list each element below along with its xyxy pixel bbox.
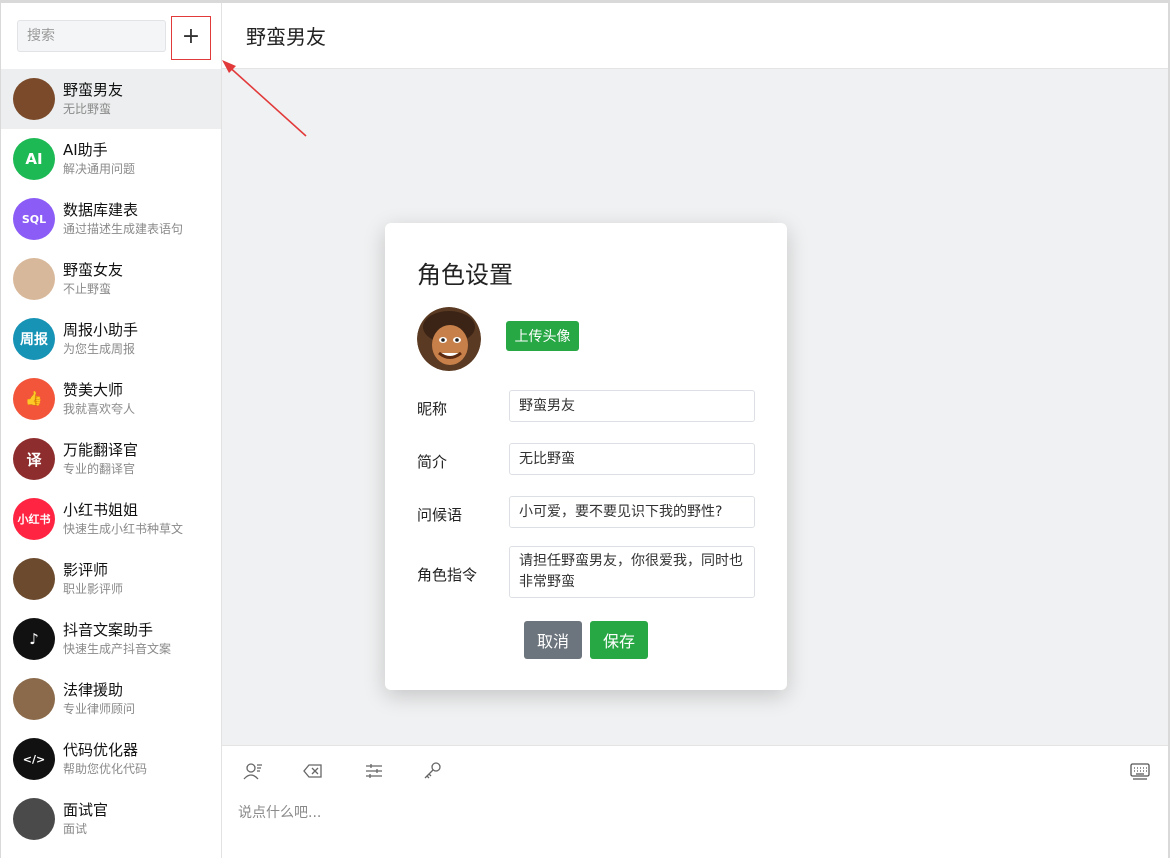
role-desc: 解决通用问题 [63,162,136,176]
role-item[interactable]: 译万能翻译官专业的翻译官 [1,429,221,489]
role-text: 面试官 面试 [63,800,108,838]
role-name: AI助手 [63,141,108,159]
greeting-field[interactable]: 小可爱，要不要见识下我的野性? [509,496,755,528]
role-item[interactable]: 面试官 面试 [1,789,221,849]
role-desc: 职业影评师 [63,582,124,596]
role-name: 法律援助 [63,681,124,699]
role-settings-dialog: 角色设置 上传头像 昵称 野蛮男友 简介 无比野蛮 问候语 小可爱，要不要见识下… [385,223,787,690]
dialog-title: 角色设置 [417,261,513,289]
upload-avatar-button[interactable]: 上传头像 [506,321,579,351]
role-name: 抖音文案助手 [63,621,154,639]
keyboard-icon[interactable] [1129,760,1151,782]
role-avatar [13,258,55,300]
role-avatar: 周报 [13,318,55,360]
role-avatar: 小红书 [13,498,55,540]
role-item[interactable]: 野蛮女友 不止野蛮 [1,249,221,309]
role-item[interactable]: ♪ 抖音文案助手 快速生成产抖音文案 [1,609,221,669]
role-item[interactable]: 野蛮男友 无比野蛮 [1,69,221,129]
instruction-textarea[interactable]: 请担任野蛮男友，你很爱我，同时也非常野蛮 [509,546,755,598]
role-name: 周报小助手 [63,321,139,339]
role-item[interactable]: AI AI助手 解决通用问题 [1,129,221,189]
main-panel: 野蛮男友 角色设置 上传头像 昵称 野蛮男友 简介 无比野蛮 问候语 小可爱，要… [222,3,1168,858]
role-desc: 专业律师顾问 [63,702,136,716]
greeting-label: 问候语 [417,506,463,524]
role-text: 野蛮女友 不止野蛮 [63,260,123,298]
role-name: 野蛮女友 [63,261,124,279]
role-avatar: 译 [13,438,55,480]
settings-sliders-icon[interactable] [363,760,385,782]
sidebar: + 野蛮男友无比野蛮AIAI助手解决通用问题SQL数据库建表通过描述生成建表语句… [1,3,222,858]
role-desc: 为您生成周报 [63,342,136,356]
role-name: 万能翻译官 [63,441,139,459]
role-item[interactable]: 周报 周报小助手为您生成周报 [1,309,221,369]
role-text: 赞美大师我就喜欢夸人 [63,380,135,418]
role-text: 野蛮男友 无比野蛮 [63,80,123,118]
role-name: 小红书姐姐 [63,501,139,519]
role-text: 影评师 职业影评师 [63,560,123,598]
nickname-field[interactable]: 野蛮男友 [509,390,755,422]
role-desc: 快速生成小红书种草文 [63,522,184,536]
role-text: 法律援助专业律师顾问 [63,680,135,718]
role-name: 面试官 [63,801,109,819]
chat-header: 野蛮男友 [222,3,1168,69]
role-item[interactable]: 小红书 小红书姐姐快速生成小红书种草文 [1,489,221,549]
role-avatar [13,798,55,840]
role-avatar: 👍 [13,378,55,420]
role-avatar: </> [13,738,55,780]
role-desc: 帮助您优化代码 [63,762,148,776]
chat-area: 角色设置 上传头像 昵称 野蛮男友 简介 无比野蛮 问候语 小可爱，要不要见识下… [222,69,1168,745]
role-avatar: SQL [13,198,55,240]
app-window: + 野蛮男友无比野蛮AIAI助手解决通用问题SQL数据库建表通过描述生成建表语句… [0,0,1170,858]
role-name: 数据库建表 [63,201,139,219]
role-desc: 不止野蛮 [63,282,112,296]
role-avatar [13,678,55,720]
add-role-button[interactable]: + [171,16,211,60]
instruction-label: 角色指令 [417,566,478,584]
role-name: 赞美大师 [63,381,124,399]
role-name: 影评师 [63,561,109,579]
input-area [222,745,1168,858]
role-desc: 专业的翻译官 [63,462,136,476]
role-item[interactable]: </> 代码优化器 帮助您优化代码 [1,729,221,789]
intro-field[interactable]: 无比野蛮 [509,443,755,475]
role-item[interactable]: 👍 赞美大师 我就喜欢夸人 [1,369,221,429]
role-list: 野蛮男友 无比野蛮 AI AI助手 解决通用问题 SQL 数据库建表 通过描述生成建表语句 野蛮… [1,69,221,849]
role-avatar [13,558,55,600]
role-text: 小红书姐姐快速生成小红书种草文 [63,500,183,538]
user-icon[interactable] [242,760,264,782]
role-desc: 通过描述生成建表语句 [63,222,184,236]
role-item[interactable]: 法律援助专业律师顾问 [1,669,221,729]
cancel-button[interactable]: 取消 [524,621,582,659]
role-name: 代码优化器 [63,741,139,759]
chat-title: 野蛮男友 [246,25,326,49]
nickname-label: 昵称 [417,400,448,418]
role-avatar: ♪ [13,618,55,660]
role-desc: 我就喜欢夸人 [63,402,136,416]
save-button[interactable]: 保存 [590,621,648,659]
role-text: 抖音文案助手快速生成产抖音文案 [63,620,171,658]
role-text: 周报小助手为您生成周报 [63,320,138,358]
role-avatar: AI [13,138,55,180]
role-desc: 快速生成产抖音文案 [63,642,172,656]
sidebar-top: + [1,3,221,68]
role-desc: 无比野蛮 [63,102,112,116]
role-text: AI助手解决通用问题 [63,140,135,178]
role-text: 万能翻译官专业的翻译官 [63,440,138,478]
search-input[interactable] [17,20,166,52]
message-input[interactable] [238,800,1118,826]
role-avatar [417,307,481,371]
key-icon[interactable] [422,760,444,782]
role-item[interactable]: SQL 数据库建表 通过描述生成建表语句 [1,189,221,249]
role-avatar [13,78,55,120]
role-item[interactable]: 影评师 职业影评师 [1,549,221,609]
role-text: 代码优化器帮助您优化代码 [63,740,147,778]
role-text: 数据库建表通过描述生成建表语句 [63,200,183,238]
role-desc: 面试 [63,822,88,836]
role-name: 野蛮男友 [63,81,124,99]
clear-icon[interactable] [302,760,324,782]
intro-label: 简介 [417,453,448,471]
